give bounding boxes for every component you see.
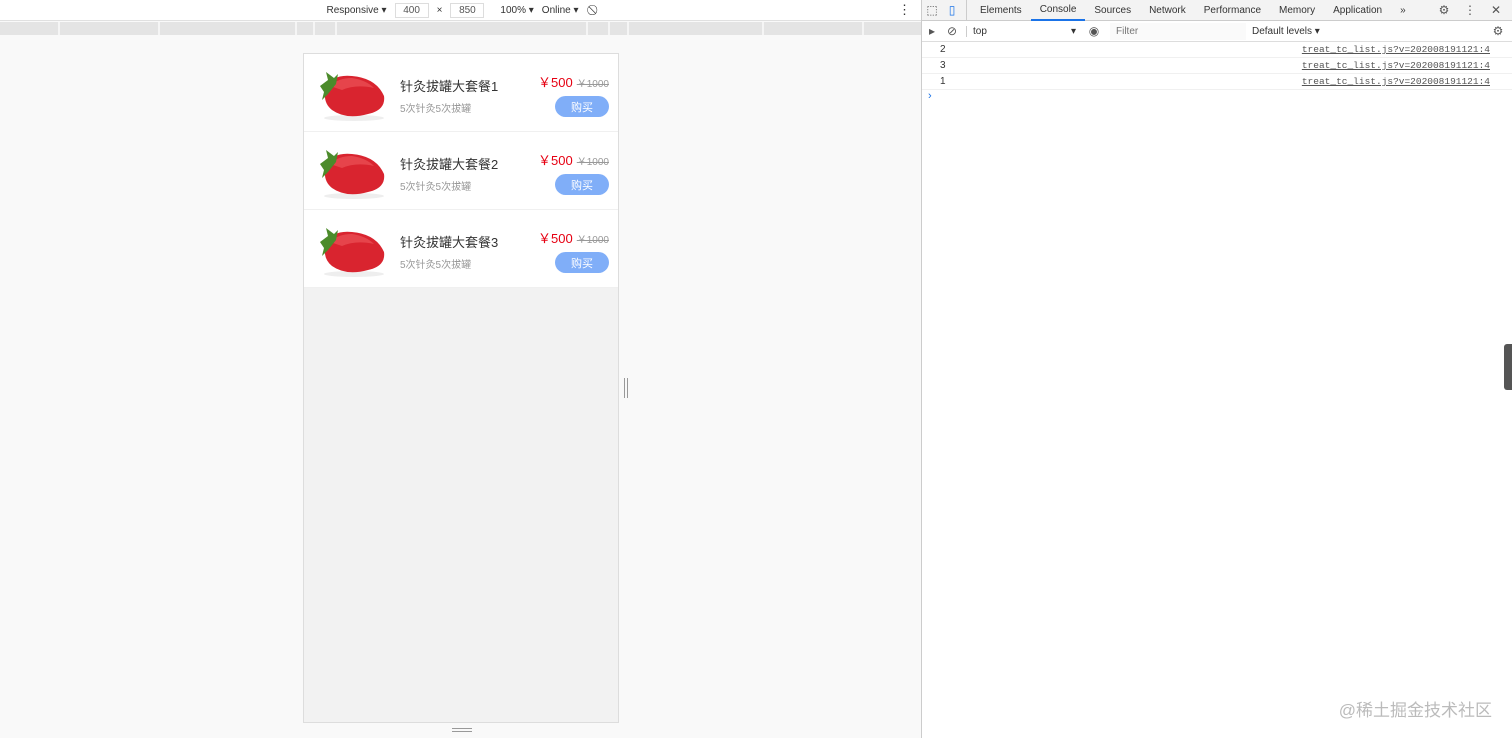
original-price: ￥1000 (576, 79, 609, 90)
context-label: top (973, 25, 987, 37)
media-query-ruler[interactable] (0, 22, 921, 35)
buy-button[interactable]: 购买 (555, 174, 609, 195)
product-name: 针灸拔罐大套餐1 (400, 79, 499, 94)
devtools-panel: ⬚ ▯ Elements Console Sources Network Perform… (921, 0, 1512, 738)
sidebar-toggle-icon[interactable]: ▸ (922, 24, 942, 38)
product-price: ￥500 ￥1000 (538, 72, 609, 91)
device-toggle-icon[interactable]: ▯ (942, 3, 962, 17)
settings-icon[interactable]: ⚙ (1434, 3, 1454, 17)
tab-elements[interactable]: Elements (971, 0, 1031, 21)
buy-button[interactable]: 购买 (555, 252, 609, 273)
tab-performance[interactable]: Performance (1195, 0, 1270, 21)
product-desc: 5次针灸5次拔罐 (400, 260, 472, 271)
inspect-icon[interactable]: ⬚ (922, 3, 942, 17)
more-options-icon[interactable]: ⋮ (898, 2, 911, 18)
product-item[interactable]: 针灸拔罐大套餐3 5次针灸5次拔罐 ￥500 ￥1000 购买 (304, 210, 618, 288)
tab-sources[interactable]: Sources (1085, 0, 1140, 21)
context-select[interactable]: top ▾ (966, 25, 1076, 37)
console-log-row: 3 treat_tc_list.js?v=202008191121:4 (922, 58, 1512, 74)
original-price: ￥1000 (576, 157, 609, 168)
log-source-link[interactable]: treat_tc_list.js?v=202008191121:4 (1302, 76, 1490, 87)
device-emulation-area: Responsive ▾ 400 × 850 100% ▾ Online ▾ ⃠… (0, 0, 921, 738)
tab-application[interactable]: Application (1324, 0, 1391, 21)
console-log-row: 2 treat_tc_list.js?v=202008191121:4 (922, 42, 1512, 58)
log-value: 3 (940, 60, 946, 71)
console-toolbar: ▸ ⊘ top▾ ◉ Default levels ▾ ⚙ (922, 21, 1512, 42)
resize-handle-right[interactable] (624, 378, 628, 398)
device-mode-label: Responsive (326, 4, 379, 16)
strawberry-image (316, 66, 388, 122)
watermark: @稀土掘金技术社区 (1338, 701, 1492, 720)
tab-memory[interactable]: Memory (1270, 0, 1324, 21)
network-select[interactable]: Online ▾ (542, 5, 579, 16)
product-desc: 5次针灸5次拔罐 (400, 182, 472, 193)
strawberry-image (316, 144, 388, 200)
current-price: ￥500 (538, 75, 573, 90)
zoom-select[interactable]: 100% ▾ (500, 5, 533, 16)
product-name: 针灸拔罐大套餐3 (400, 235, 499, 250)
width-input[interactable]: 400 (394, 2, 429, 18)
live-expression-eye-icon[interactable]: ◉ (1084, 24, 1104, 38)
current-price: ￥500 (538, 231, 573, 246)
device-mode-select[interactable]: Responsive ▾ (326, 5, 386, 16)
console-settings-icon[interactable]: ⚙ (1488, 24, 1508, 38)
devtools-tabbar: ⬚ ▯ Elements Console Sources Network Perform… (922, 0, 1512, 21)
product-price: ￥500 ￥1000 (538, 228, 609, 247)
times-label: × (436, 4, 443, 16)
more-tabs-button[interactable]: » (1391, 0, 1415, 21)
resize-handle-bottom[interactable] (452, 728, 472, 732)
buy-button[interactable]: 购买 (555, 96, 609, 117)
tab-network[interactable]: Network (1140, 0, 1195, 21)
network-label: Online (541, 4, 571, 16)
product-item[interactable]: 针灸拔罐大套餐1 5次针灸5次拔罐 ￥500 ￥1000 购买 (304, 54, 618, 132)
log-levels-select[interactable]: Default levels ▾ (1252, 26, 1320, 37)
height-input[interactable]: 850 (450, 2, 485, 18)
log-value: 1 (940, 76, 946, 87)
log-source-link[interactable]: treat_tc_list.js?v=202008191121:4 (1302, 44, 1490, 55)
log-source-link[interactable]: treat_tc_list.js?v=202008191121:4 (1302, 60, 1490, 71)
log-value: 2 (940, 44, 946, 55)
close-icon[interactable]: ✕ (1486, 3, 1506, 17)
side-drawer-tab[interactable] (1504, 344, 1512, 390)
filter-input[interactable] (1110, 22, 1246, 40)
zoom-label: 100% (500, 4, 526, 16)
strawberry-image (316, 222, 388, 278)
clear-console-icon[interactable]: ⊘ (942, 24, 962, 38)
device-viewport: 针灸拔罐大套餐1 5次针灸5次拔罐 ￥500 ￥1000 购买 针灸拔罐大套餐2 … (303, 53, 619, 723)
console-log-row: 1 treat_tc_list.js?v=202008191121:4 (922, 74, 1512, 90)
original-price: ￥1000 (576, 235, 609, 246)
current-price: ￥500 (538, 153, 573, 168)
tab-console[interactable]: Console (1030, 0, 1086, 21)
console-messages: 2 treat_tc_list.js?v=202008191121:4 3 treat… (922, 42, 1512, 90)
product-desc: 5次针灸5次拔罐 (400, 104, 472, 115)
product-item[interactable]: 针灸拔罐大套餐2 5次针灸5次拔罐 ￥500 ￥1000 购买 (304, 132, 618, 210)
console-prompt[interactable]: › (922, 90, 1512, 102)
more-icon[interactable]: ⋮ (1460, 3, 1480, 17)
product-price: ￥500 ￥1000 (538, 150, 609, 169)
product-name: 针灸拔罐大套餐2 (400, 157, 499, 172)
device-toolbar: Responsive ▾ 400 × 850 100% ▾ Online ▾ ⃠… (0, 0, 921, 21)
